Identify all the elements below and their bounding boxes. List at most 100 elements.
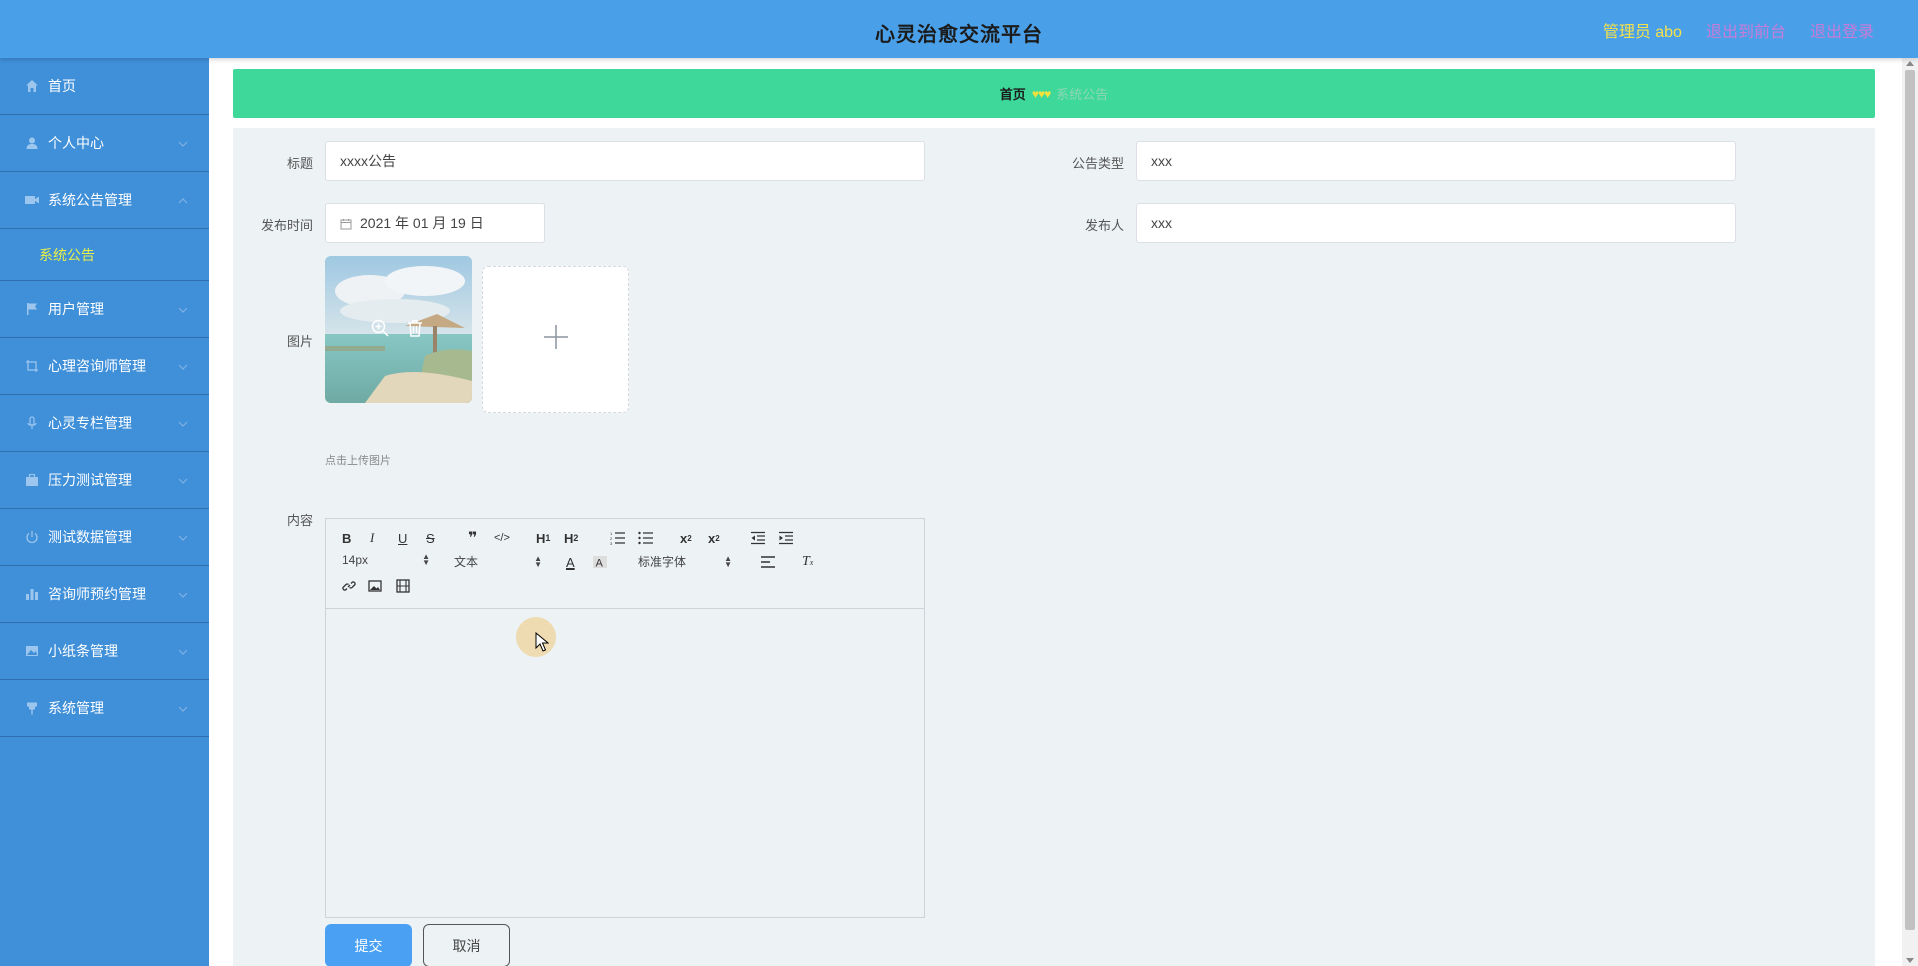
sidebar-item-notes[interactable]: 小纸条管理 — [0, 623, 209, 680]
chevron-down-icon — [177, 588, 189, 600]
sidebar: 首页 个人中心 系统公告管理 系统公告 用户管理 心理咨询师管理 心灵专栏管理 — [0, 58, 209, 966]
svg-text:A: A — [596, 558, 604, 570]
exit-to-front-link[interactable]: 退出到前台 — [1706, 18, 1786, 42]
sidebar-item-appointments[interactable]: 咨询师预约管理 — [0, 566, 209, 623]
publisher-input[interactable]: xxx — [1136, 203, 1736, 243]
briefcase-icon — [24, 472, 40, 488]
sidebar-item-announcement-mgmt[interactable]: 系统公告管理 — [0, 172, 209, 229]
mic-icon — [24, 415, 40, 431]
header-actions: 管理员 abo 退出到前台 退出登录 — [1603, 18, 1874, 42]
calendar-icon — [340, 217, 352, 230]
header-value: 文本 — [454, 555, 479, 569]
clear-format-icon[interactable]: Tx — [802, 553, 813, 571]
publish-time-value: 2021 年 01 月 19 日 — [360, 215, 484, 231]
publish-time-label: 发布时间 — [260, 218, 313, 233]
select-caret-icon: ▲ ▼ — [422, 552, 430, 567]
underline-icon[interactable]: U — [398, 529, 407, 547]
blockquote-icon[interactable]: ❞ — [468, 529, 477, 547]
select-caret-icon: ▲ ▼ — [534, 553, 542, 569]
power-icon — [24, 529, 40, 545]
video-icon — [24, 192, 40, 208]
title-label: 标题 — [286, 156, 313, 171]
font-color-icon[interactable]: A — [566, 553, 575, 571]
sidebar-subitem-announcement[interactable]: 系统公告 — [0, 229, 209, 281]
sidebar-item-stress-test[interactable]: 压力测试管理 — [0, 452, 209, 509]
indent-icon[interactable] — [778, 529, 794, 547]
code-block-icon[interactable]: </> — [494, 529, 510, 547]
font-family-value: 标准字体 — [638, 555, 687, 569]
breadcrumb: 首页 ♥♥♥ 系统公告 — [233, 69, 1875, 118]
type-input[interactable]: xxx — [1136, 141, 1736, 181]
subscript-icon[interactable]: x2 — [680, 529, 692, 547]
breadcrumb-separator: ♥♥♥ — [1031, 86, 1051, 101]
sidebar-item-counselors[interactable]: 心理咨询师管理 — [0, 338, 209, 395]
delete-icon[interactable] — [405, 318, 425, 343]
strikethrough-icon[interactable]: S — [426, 529, 435, 547]
editor-toolbar: B I U S ❞ </> H1 H2 123 x2 x2 14px ▲ ▼ 文本… — [326, 519, 924, 609]
top-header: 心灵治愈交流平台 管理员 abo 退出到前台 退出登录 — [0, 0, 1918, 58]
chevron-down-icon — [177, 474, 189, 486]
type-label: 公告类型 — [1071, 156, 1124, 171]
breadcrumb-home[interactable]: 首页 — [1000, 84, 1026, 103]
chevron-down-icon — [177, 137, 189, 149]
svg-text:3: 3 — [610, 541, 613, 545]
uploaded-image-thumbnail[interactable] — [325, 256, 472, 403]
upload-image-button[interactable] — [482, 266, 629, 413]
heading1-icon[interactable]: H1 — [536, 529, 550, 547]
chevron-down-icon — [177, 303, 189, 315]
content-label: 内容 — [286, 513, 313, 528]
home-icon — [24, 78, 40, 94]
sidebar-item-system[interactable]: 系统管理 — [0, 680, 209, 737]
user-icon — [24, 135, 40, 151]
sidebar-item-home[interactable]: 首页 — [0, 58, 209, 115]
italic-icon[interactable]: I — [370, 529, 374, 547]
outdent-icon[interactable] — [750, 529, 766, 547]
sidebar-item-label: 个人中心 — [48, 135, 104, 151]
sidebar-item-test-data[interactable]: 测试数据管理 — [0, 509, 209, 566]
page-scrollbar[interactable] — [1902, 58, 1918, 966]
scroll-up-icon[interactable] — [1906, 61, 1914, 66]
ordered-list-icon[interactable]: 123 — [610, 529, 626, 547]
sidebar-item-label: 心理咨询师管理 — [48, 358, 146, 374]
admin-name: 管理员 abo — [1602, 24, 1682, 41]
image-label: 图片 — [286, 334, 313, 349]
submit-button[interactable]: 提交 — [325, 924, 412, 966]
image-icon[interactable] — [368, 577, 382, 595]
scroll-down-icon[interactable] — [1906, 958, 1914, 963]
heading2-icon[interactable]: H2 — [564, 529, 578, 547]
beach-photo — [325, 256, 472, 403]
background-color-icon[interactable]: A — [592, 553, 608, 571]
title-input[interactable]: xxxx公告 — [325, 141, 925, 181]
chevron-down-icon — [177, 531, 189, 543]
publisher-label: 发布人 — [1084, 218, 1124, 233]
sidebar-item-column[interactable]: 心灵专栏管理 — [0, 395, 209, 452]
chevron-down-icon — [177, 645, 189, 657]
sidebar-item-label: 系统公告管理 — [48, 192, 132, 208]
sidebar-item-personal[interactable]: 个人中心 — [0, 115, 209, 172]
header-select[interactable]: 文本 ▲ ▼ — [454, 553, 542, 570]
video-embed-icon[interactable] — [396, 577, 410, 595]
superscript-icon[interactable]: x2 — [708, 529, 720, 547]
cancel-button[interactable]: 取消 — [423, 924, 510, 966]
sidebar-item-label: 咨询师预约管理 — [48, 586, 146, 602]
scrollbar-thumb[interactable] — [1905, 70, 1915, 930]
align-icon[interactable] — [760, 553, 776, 571]
editor-content-area[interactable] — [326, 609, 924, 917]
upload-tip: 点击上传图片 — [325, 455, 391, 467]
bold-icon[interactable]: B — [342, 529, 351, 547]
select-caret-icon: ▲ ▼ — [724, 553, 732, 569]
font-size-select[interactable]: 14px ▲ ▼ — [342, 552, 430, 568]
sidebar-item-users[interactable]: 用户管理 — [0, 281, 209, 338]
sidebar-item-label: 心灵专栏管理 — [48, 415, 132, 431]
font-family-select[interactable]: 标准字体 ▲ ▼ — [638, 553, 732, 570]
rich-text-editor: B I U S ❞ </> H1 H2 123 x2 x2 14px ▲ ▼ 文本… — [325, 518, 925, 918]
font-size-value: 14px — [342, 553, 369, 567]
publish-time-picker[interactable]: 2021 年 01 月 19 日 — [325, 203, 545, 243]
sidebar-item-label: 测试数据管理 — [48, 529, 132, 545]
zoom-in-icon[interactable] — [370, 318, 390, 343]
logout-link[interactable]: 退出登录 — [1810, 18, 1874, 42]
bullet-list-icon[interactable] — [638, 529, 654, 547]
bar-chart-icon — [24, 586, 40, 602]
link-icon[interactable] — [342, 577, 356, 595]
pin-icon — [24, 700, 40, 716]
